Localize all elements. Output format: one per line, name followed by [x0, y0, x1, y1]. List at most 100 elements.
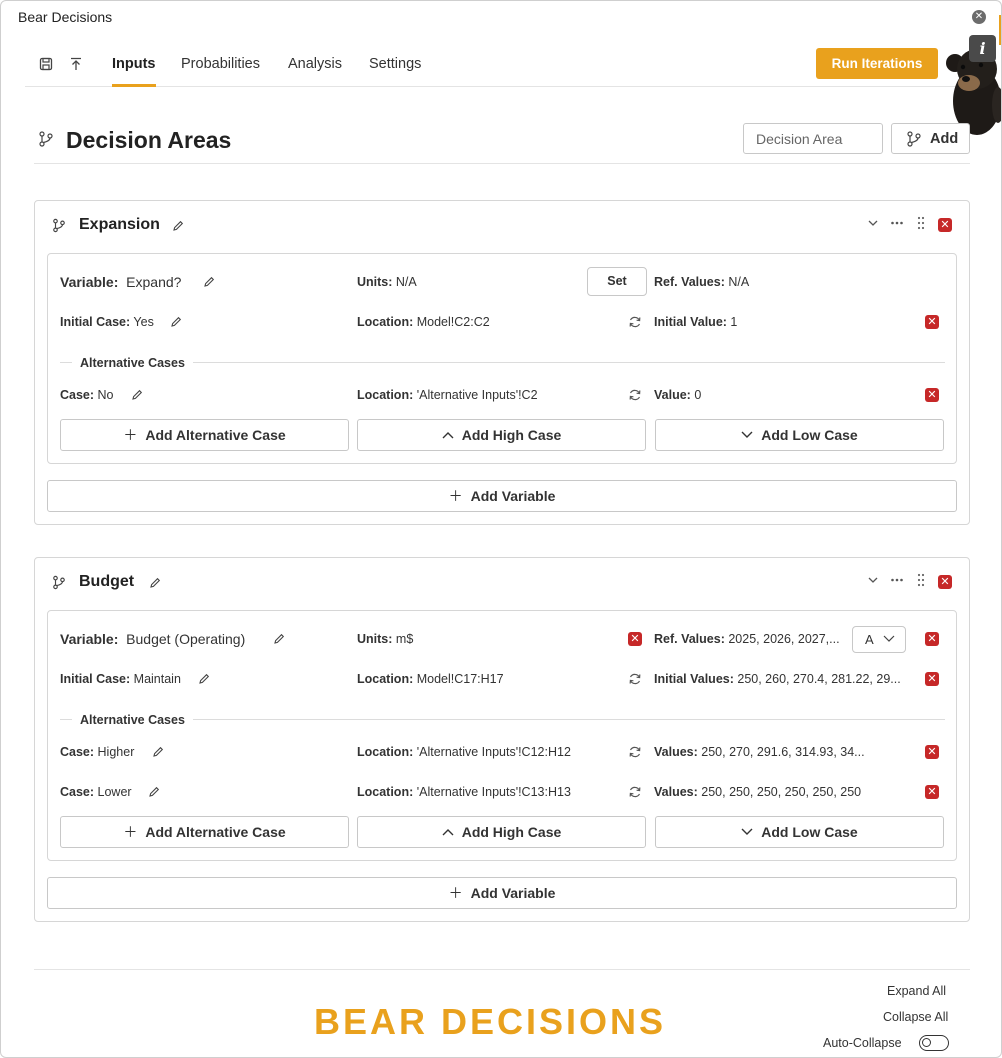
delete-initial-case-icon[interactable]: ✕ [925, 315, 939, 329]
export-icon[interactable] [69, 57, 85, 73]
select-value: A [865, 632, 874, 647]
run-iterations-button[interactable]: Run Iterations [816, 48, 938, 79]
add-alternative-case-button[interactable]: ＋ Add Alternative Case [60, 816, 349, 848]
delete-initial-case-icon[interactable]: ✕ [925, 672, 939, 686]
area-name: Budget [79, 573, 135, 590]
plus-icon: ＋ [448, 885, 463, 901]
location-label: Location: [357, 745, 414, 759]
more-options-icon[interactable] [889, 573, 905, 589]
add-high-case-button[interactable]: Add High Case [357, 816, 646, 848]
decision-areas-header: Decision Areas Add [34, 119, 970, 164]
delete-area-icon[interactable]: ✕ [938, 218, 952, 232]
variable-label: Variable: [60, 631, 119, 647]
info-icon[interactable]: i [969, 35, 996, 62]
refresh-icon[interactable] [628, 672, 642, 686]
delete-case-icon[interactable]: ✕ [925, 745, 939, 759]
edit-pencil-icon[interactable] [170, 316, 182, 328]
add-decision-area-button[interactable]: Add [891, 123, 970, 154]
delete-case-icon[interactable]: ✕ [925, 785, 939, 799]
tab-inputs[interactable]: Inputs [112, 56, 156, 87]
drag-handle-icon[interactable] [913, 216, 929, 232]
drag-handle-icon[interactable] [913, 573, 929, 589]
edit-pencil-icon[interactable] [149, 577, 161, 589]
add-low-case-button[interactable]: Add Low Case [655, 816, 944, 848]
chevron-down-icon[interactable] [865, 216, 881, 232]
add-variable-button[interactable]: ＋ Add Variable [47, 877, 957, 909]
location-value: Model!C17:H17 [416, 672, 504, 686]
add-label: Add [930, 131, 959, 147]
titlebar: Bear Decisions ✕ [1, 1, 1001, 33]
button-label: Add High Case [461, 824, 562, 840]
units-value: m$ [395, 632, 414, 646]
location-label: Location: [357, 672, 414, 686]
value-label: Values: [654, 745, 698, 759]
refresh-icon[interactable] [628, 785, 642, 799]
case-row: Case: Lower [60, 785, 132, 799]
value-label: Values: [654, 785, 698, 799]
edit-pencil-icon[interactable] [152, 746, 164, 758]
ref-label: Ref. Values: [654, 275, 725, 289]
decision-area-input[interactable] [743, 123, 883, 154]
units: Units: m$ [357, 632, 413, 646]
add-high-case-button[interactable]: Add High Case [357, 419, 646, 451]
chevron-down-icon [883, 627, 895, 652]
more-options-icon[interactable] [889, 216, 905, 232]
initial-value: Maintain [133, 672, 181, 686]
chevron-down-icon [741, 420, 753, 450]
delete-ref-values-icon[interactable]: ✕ [925, 632, 939, 646]
ref-values: Ref. Values: 2025, 2026, 2027,... [654, 632, 840, 646]
location-label: Location: [357, 388, 414, 402]
plus-icon: ＋ [448, 488, 463, 504]
initial-value-value: 250, 260, 270.4, 281.22, 29... [737, 672, 901, 686]
edit-pencil-icon[interactable] [198, 673, 210, 685]
initial-case: Initial Case: Yes [60, 315, 154, 329]
close-icon[interactable]: ✕ [972, 10, 986, 24]
accent-edge [999, 15, 1001, 45]
refresh-icon[interactable] [628, 315, 642, 329]
location: Location: Model!C2:C2 [357, 315, 490, 329]
set-button[interactable]: Set [587, 267, 647, 296]
tab-probabilities[interactable]: Probabilities [181, 56, 260, 84]
location-label: Location: [357, 785, 414, 799]
location-value: 'Alternative Inputs'!C13:H13 [416, 785, 571, 799]
case-value-field: Values: 250, 270, 291.6, 314.93, 34... [654, 745, 865, 759]
expand-all-link[interactable]: Expand All [887, 984, 946, 998]
auto-collapse-toggle[interactable] [919, 1035, 949, 1051]
area-header: Budget ✕ [35, 558, 969, 608]
delete-case-icon[interactable]: ✕ [925, 388, 939, 402]
refresh-icon[interactable] [628, 745, 642, 759]
tab-analysis[interactable]: Analysis [288, 56, 342, 84]
ref-values-select[interactable]: A [852, 626, 906, 653]
edit-pencil-icon[interactable] [172, 220, 184, 232]
toolbar: Inputs Probabilities Analysis Settings R… [25, 41, 975, 87]
edit-pencil-icon[interactable] [148, 786, 160, 798]
save-icon[interactable] [39, 57, 55, 73]
delete-area-icon[interactable]: ✕ [938, 575, 952, 589]
edit-pencil-icon[interactable] [131, 389, 143, 401]
initial-label: Initial Case: [60, 672, 131, 686]
chevron-down-icon[interactable] [865, 573, 881, 589]
edit-pencil-icon[interactable] [203, 276, 215, 288]
case-value: Higher [97, 745, 135, 759]
location-label: Location: [357, 315, 414, 329]
initial-case: Initial Case: Maintain [60, 672, 181, 686]
collapse-all-link[interactable]: Collapse All [883, 1010, 948, 1024]
case-location: Location: 'Alternative Inputs'!C12:H12 [357, 745, 571, 759]
location-value: 'Alternative Inputs'!C12:H12 [416, 745, 571, 759]
tab-settings[interactable]: Settings [369, 56, 421, 84]
refresh-icon[interactable] [628, 388, 642, 402]
alternative-cases-title: Alternative Cases [72, 356, 193, 370]
footer-divider [34, 969, 970, 970]
value-value: 250, 250, 250, 250, 250, 250 [701, 785, 862, 799]
edit-pencil-icon[interactable] [273, 633, 285, 645]
delete-units-icon[interactable]: ✕ [628, 632, 642, 646]
units-label: Units: [357, 275, 393, 289]
add-variable-button[interactable]: ＋ Add Variable [47, 480, 957, 512]
bear-decisions-logo: BEAR DECISIONS [314, 1001, 667, 1042]
add-alternative-case-button[interactable]: ＋ Add Alternative Case [60, 419, 349, 451]
plus-icon: ＋ [123, 427, 138, 443]
app-title: Bear Decisions [18, 9, 113, 25]
add-low-case-button[interactable]: Add Low Case [655, 419, 944, 451]
button-label: Add Alternative Case [145, 824, 286, 840]
ref-label: Ref. Values: [654, 632, 725, 646]
